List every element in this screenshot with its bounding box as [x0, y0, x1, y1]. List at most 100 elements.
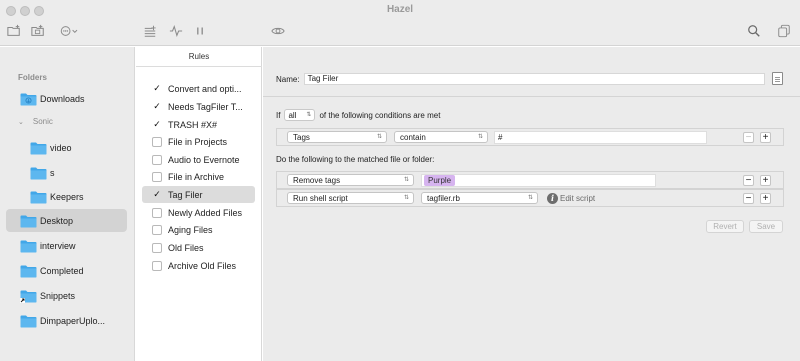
- preview-icon[interactable]: [270, 23, 286, 39]
- conditions-description: of the following conditions are met: [319, 110, 441, 120]
- rule-enabled-checkbox[interactable]: ✓: [152, 120, 162, 130]
- rule-enabled-checkbox[interactable]: [152, 207, 162, 218]
- activity-icon[interactable]: [168, 23, 184, 39]
- rule-label: File in Archive: [168, 171, 225, 182]
- revert-button[interactable]: Revert: [706, 220, 744, 233]
- add-action-button[interactable]: +: [760, 193, 771, 204]
- condition-attribute-value: Tags: [293, 132, 310, 142]
- folder-icon: [20, 214, 37, 228]
- rules-header: Rules: [136, 47, 262, 67]
- sidebar-item-downloads[interactable]: Downloads: [20, 87, 141, 110]
- condition-value-field[interactable]: #: [494, 131, 707, 144]
- rule-label: TRASH #X#: [168, 119, 218, 130]
- sidebar-item-label: Completed: [40, 265, 84, 276]
- rule-enabled-checkbox[interactable]: ✓: [152, 102, 162, 112]
- sidebar-item-completed[interactable]: Completed: [6, 259, 127, 282]
- rule-label: Convert and opti...: [168, 83, 242, 94]
- rule-label: Old Files: [168, 242, 204, 253]
- sidebar-item-interview[interactable]: interview: [6, 234, 127, 257]
- chevron-updown-icon: ⇅: [403, 177, 409, 183]
- rule-item[interactable]: File in Archive: [142, 168, 255, 185]
- action-type-select[interactable]: Remove tags ⇅: [287, 174, 414, 186]
- new-folder-icon[interactable]: [6, 23, 22, 39]
- save-button[interactable]: Save: [749, 220, 783, 233]
- rule-item[interactable]: Audio to Evernote: [142, 151, 255, 168]
- chevron-updown-icon: ⇅: [376, 134, 382, 140]
- search-icon[interactable]: [746, 23, 762, 39]
- tag-field[interactable]: [421, 174, 656, 187]
- action-row: Run shell script ⇅ tagfiler.rb ⇅ i Edit …: [276, 189, 784, 207]
- pause-icon[interactable]: [192, 23, 208, 39]
- action-type-value: Remove tags: [293, 175, 341, 185]
- sidebar-item-label: s: [50, 167, 55, 178]
- divider: [263, 96, 800, 97]
- rule-label: Newly Added Files: [168, 207, 243, 218]
- rule-notes-icon[interactable]: [772, 72, 783, 85]
- condition-attribute-select[interactable]: Tags ⇅: [287, 131, 387, 143]
- folder-settings-icon[interactable]: [30, 23, 46, 39]
- rule-enabled-checkbox[interactable]: [152, 171, 162, 182]
- rule-name-row: Name: Tag Filer: [276, 73, 765, 85]
- rule-enabled-checkbox[interactable]: [152, 224, 162, 235]
- rule-item[interactable]: ✓ Convert and opti...: [142, 80, 255, 97]
- more-options-icon[interactable]: [58, 23, 82, 39]
- window-toolbar: Hazel: [0, 0, 800, 46]
- sidebar-group-sonic[interactable]: ⌄ Sonic: [18, 117, 53, 126]
- rule-item[interactable]: Newly Added Files: [142, 204, 255, 221]
- chevron-updown-icon: ⇅: [306, 112, 312, 118]
- sidebar-item-snippets[interactable]: Snippets: [6, 284, 127, 307]
- edit-script-link[interactable]: Edit script: [560, 193, 595, 204]
- rule-item-selected[interactable]: ✓ Tag Filer: [142, 186, 255, 203]
- sidebar-item-video[interactable]: video: [30, 136, 125, 159]
- sidebar-item-s[interactable]: s: [30, 161, 125, 184]
- sidebar-item-dimpaperuploads[interactable]: DimpaperUplo...: [6, 309, 127, 332]
- rule-item[interactable]: Old Files: [142, 239, 255, 256]
- rule-label: File in Projects: [168, 136, 228, 147]
- window-title: Hazel: [386, 4, 414, 15]
- rule-enabled-checkbox[interactable]: [152, 242, 162, 253]
- action-row: Remove tags ⇅ Purple − +: [276, 171, 784, 189]
- sidebar-item-label: interview: [40, 240, 76, 251]
- remove-action-button[interactable]: −: [743, 175, 754, 186]
- condition-operator-value: contain: [400, 132, 426, 142]
- rule-enabled-checkbox[interactable]: [152, 154, 162, 165]
- rule-list-icon[interactable]: [142, 23, 158, 39]
- rules-panel: Rules ✓ Convert and opti... ✓ Needs TagF…: [136, 47, 262, 361]
- rule-enabled-checkbox[interactable]: [152, 260, 162, 271]
- info-icon[interactable]: i: [547, 193, 558, 204]
- condition-operator-select[interactable]: contain ⇅: [394, 131, 488, 143]
- folders-header: Folders: [18, 73, 47, 82]
- purple-tag-chip[interactable]: Purple: [424, 175, 456, 186]
- remove-action-button[interactable]: −: [743, 193, 754, 204]
- rule-item[interactable]: ✓ TRASH #X#: [142, 116, 255, 133]
- sidebar-item-keepers[interactable]: Keepers: [30, 185, 125, 208]
- rule-item[interactable]: ✓ Needs TagFiler T...: [142, 98, 255, 115]
- name-label: Name:: [276, 74, 300, 84]
- sidebar-group-label: Sonic: [32, 117, 53, 126]
- sidebar-item-label: Desktop: [40, 215, 74, 226]
- match-mode-select[interactable]: all ⇅: [284, 109, 316, 121]
- rule-label: Aging Files: [168, 224, 213, 235]
- sidebar-item-desktop[interactable]: Desktop: [6, 209, 127, 232]
- chevron-updown-icon: ⇅: [477, 134, 483, 140]
- rule-item[interactable]: Archive Old Files: [142, 257, 255, 274]
- sidebar-item-label: DimpaperUplo...: [40, 315, 106, 326]
- rule-name-field[interactable]: Tag Filer: [303, 73, 765, 85]
- duplicate-icon[interactable]: [776, 23, 792, 39]
- rule-enabled-checkbox[interactable]: [152, 136, 162, 147]
- rule-enabled-checkbox[interactable]: ✓: [152, 190, 162, 200]
- remove-condition-button[interactable]: −: [743, 132, 754, 143]
- conditions-header: If all ⇅ of the following conditions are…: [276, 109, 440, 121]
- chevron-down-icon[interactable]: ⌄: [18, 118, 24, 126]
- add-action-button[interactable]: +: [760, 175, 771, 186]
- add-condition-button[interactable]: +: [760, 132, 771, 143]
- rule-editor: Name: Tag Filer If all ⇅ of the followin…: [263, 47, 800, 361]
- action-type-value: Run shell script: [293, 193, 348, 203]
- downloads-folder-icon: [20, 92, 37, 106]
- rule-enabled-checkbox[interactable]: ✓: [152, 84, 162, 94]
- rule-item[interactable]: File in Projects: [142, 133, 255, 150]
- folder-icon: [20, 314, 37, 328]
- rule-item[interactable]: Aging Files: [142, 221, 255, 238]
- action-type-select[interactable]: Run shell script ⇅: [287, 192, 414, 204]
- script-select[interactable]: tagfiler.rb ⇅: [421, 192, 538, 204]
